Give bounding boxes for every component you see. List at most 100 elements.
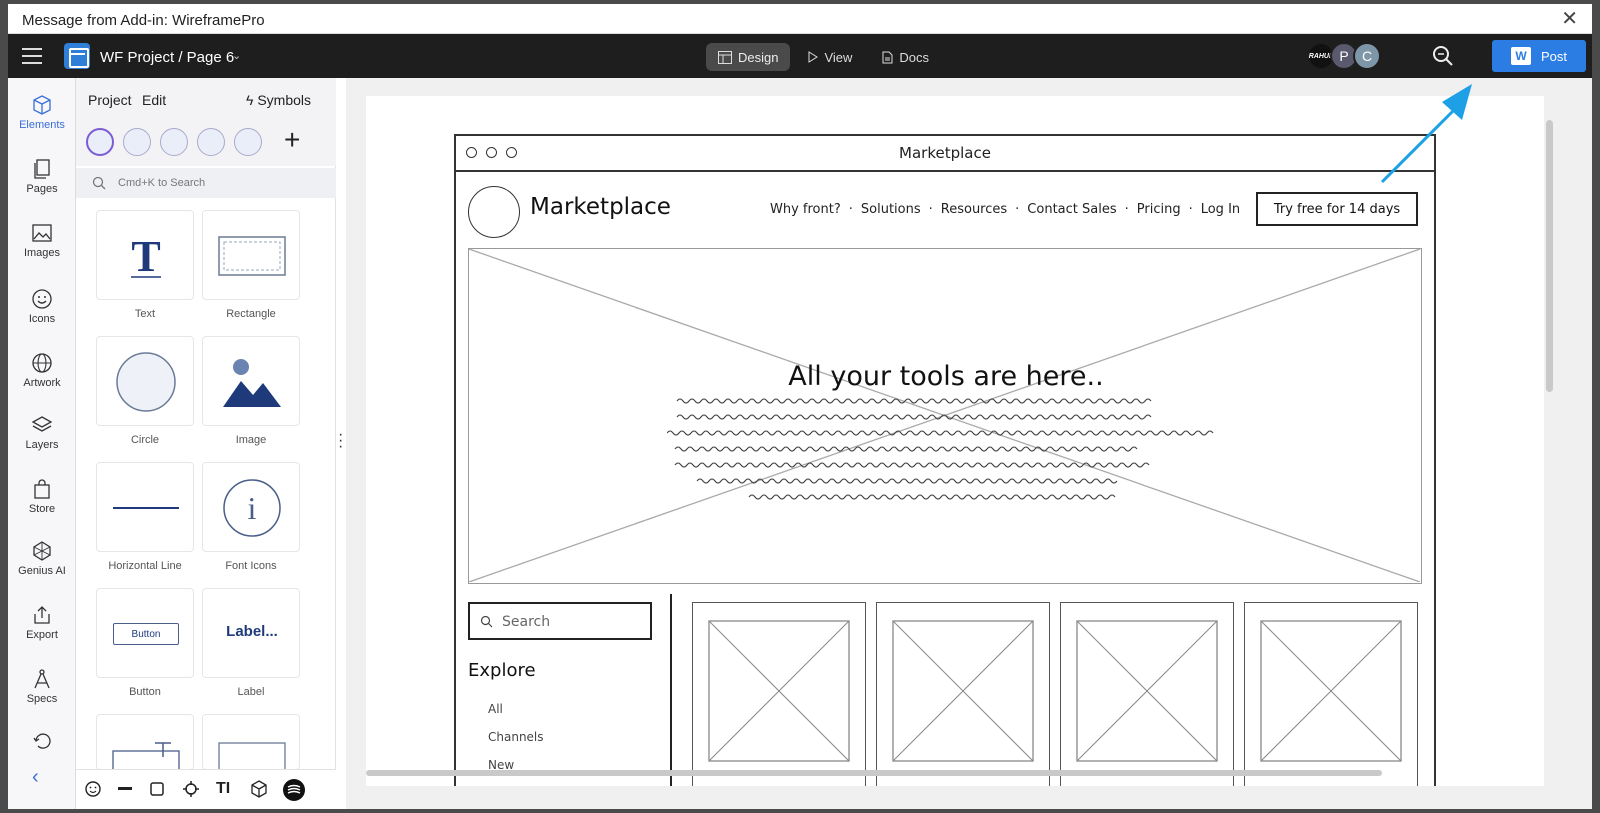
export-icon [34, 606, 50, 624]
wire-nav-item: Log In [1200, 202, 1241, 217]
rail-item-specs[interactable]: Specs [8, 668, 76, 705]
left-tool-rail: Elements Pages Images Icons Artwork Laye… [8, 78, 76, 809]
horizontal-scrollbar[interactable] [366, 770, 1382, 776]
library-tabs: Project Edit ϟ Symbols [76, 78, 336, 118]
kit-icon[interactable] [123, 128, 151, 156]
tab-edit[interactable]: Edit [142, 92, 166, 108]
wire-product-card [692, 602, 866, 786]
smiley-icon[interactable] [84, 780, 102, 798]
kit-icon[interactable] [197, 128, 225, 156]
images-icon [32, 224, 52, 242]
rail-label: Export [26, 629, 58, 641]
nav-separator: · [848, 202, 853, 217]
button-preview: Button [113, 623, 179, 645]
rail-item-artwork[interactable]: Artwork [8, 352, 76, 389]
nav-separator: · [1188, 202, 1193, 217]
rail-item-genius-ai[interactable]: Genius AI [8, 540, 76, 577]
wireframe-browser-window[interactable]: Marketplace Marketplace Why front? · Solu… [454, 134, 1436, 786]
cube-icon [33, 95, 51, 115]
vertical-scrollbar[interactable] [1546, 120, 1553, 392]
element-tile-rectangle[interactable] [202, 210, 300, 300]
pen-tool-icon[interactable] [182, 780, 200, 798]
element-tile-label[interactable]: Label... [202, 588, 300, 678]
genius-ai-icon [33, 541, 51, 561]
rail-item-export[interactable]: Export [8, 604, 76, 641]
dialog-title-bar: Message from Add-in: WireframePro ✕ [8, 4, 1592, 34]
store-bag-icon [34, 479, 50, 499]
wire-category-item: Channels [488, 730, 544, 744]
undo-history-button[interactable] [8, 730, 76, 755]
kit-icon[interactable] [86, 128, 114, 156]
kit-icon[interactable] [234, 128, 262, 156]
element-tile-partial[interactable] [96, 714, 194, 770]
element-tile-circle[interactable] [96, 336, 194, 426]
chevron-down-icon[interactable]: ⌄ [232, 49, 241, 62]
rail-label: Images [23, 247, 61, 259]
wire-nav-item: Contact Sales [1027, 202, 1117, 217]
square-tool-icon[interactable] [148, 780, 166, 798]
tile-label: Horizontal Line [108, 560, 182, 572]
search-placeholder: Cmd+K to Search [118, 177, 206, 189]
element-tile-button[interactable]: Button [96, 588, 194, 678]
tile-label: Image [235, 434, 267, 446]
collapse-chevron-left-icon[interactable]: ‹ [32, 766, 39, 789]
mode-label: View [824, 49, 853, 65]
lightning-icon: ϟ [246, 92, 258, 108]
wire-product-card [1060, 602, 1234, 786]
tile-label: Button [129, 686, 161, 698]
element-tile-image[interactable] [202, 336, 300, 426]
rectangle-tool-icon [218, 236, 286, 276]
annotation-arrow-icon [1380, 84, 1472, 184]
label-preview: Label... [226, 623, 278, 640]
svg-text:T: T [131, 232, 160, 281]
tab-symbols-label: Symbols [257, 92, 311, 108]
rail-label: Pages [26, 183, 58, 195]
rail-item-elements[interactable]: Elements [8, 94, 76, 131]
text-tool-icon: T [131, 232, 161, 281]
mode-design-button[interactable]: Design [706, 43, 791, 71]
text-style-icon[interactable]: TI [216, 780, 230, 798]
play-icon [808, 51, 819, 63]
library-search-input[interactable]: Cmd+K to Search [76, 168, 336, 198]
project-title[interactable]: WF Project / Page 6 [100, 49, 234, 66]
kit-icon[interactable] [160, 128, 188, 156]
tab-symbols[interactable]: ϟ Symbols [246, 92, 311, 108]
rail-item-layers[interactable]: Layers [8, 414, 76, 451]
scribble-text-placeholder [667, 398, 1214, 500]
zoom-search-icon[interactable] [1432, 45, 1454, 67]
library-bottom-toolbar: TI [76, 769, 336, 809]
tile-label: Circle [130, 434, 160, 446]
post-button[interactable]: W Post [1492, 40, 1586, 72]
post-label: Post [1540, 48, 1567, 64]
3d-box-icon[interactable] [250, 780, 268, 798]
hamburger-menu-icon[interactable] [22, 48, 42, 64]
element-tile-partial[interactable] [202, 714, 300, 770]
line-tool-icon[interactable] [116, 780, 134, 798]
mode-docs-button[interactable]: Docs [870, 43, 941, 71]
app-top-bar: WF Project / Page 6 ⌄ Design View Docs R… [8, 34, 1592, 78]
add-kit-plus-icon[interactable]: + [284, 124, 300, 156]
document-icon [882, 51, 893, 63]
brand-logo-icon[interactable] [282, 778, 306, 802]
rail-item-store[interactable]: Store [8, 478, 76, 515]
element-tile-horizontal-line[interactable] [96, 462, 194, 552]
layers-icon [31, 416, 53, 432]
rail-item-icons[interactable]: Icons [8, 288, 76, 325]
rail-label: Icons [28, 313, 56, 325]
dialog-title: Message from Add-in: WireframePro [22, 12, 265, 29]
mode-label: Design [738, 49, 779, 65]
wire-search-input: Search [468, 602, 652, 640]
pages-icon [34, 159, 50, 179]
artboard[interactable]: Marketplace Marketplace Why front? · Solu… [366, 96, 1544, 786]
mode-view-button[interactable]: View [796, 43, 864, 71]
close-icon[interactable]: ✕ [1561, 9, 1578, 29]
panel-resize-kebab-icon[interactable]: · · · [338, 427, 343, 455]
element-tile-text[interactable]: T [96, 210, 194, 300]
element-tile-font-icons[interactable]: i [202, 462, 300, 552]
avatar[interactable]: C [1353, 42, 1381, 70]
rail-item-images[interactable]: Images [8, 222, 76, 259]
globe-icon [32, 353, 52, 373]
elements-library-panel: Project Edit ϟ Symbols + Cmd+K to Search… [76, 78, 336, 809]
rail-item-pages[interactable]: Pages [8, 158, 76, 195]
tab-project[interactable]: Project [88, 92, 132, 108]
